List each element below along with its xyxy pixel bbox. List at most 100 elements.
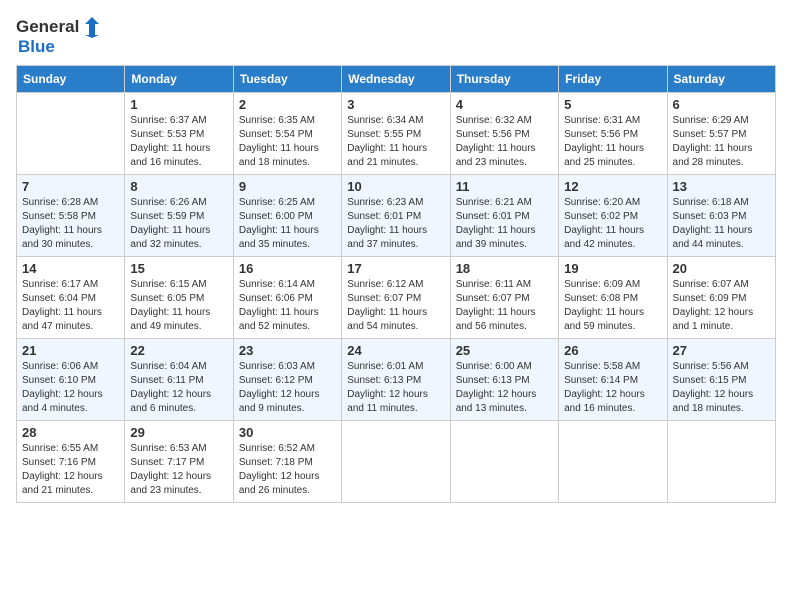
day-number: 22: [130, 343, 227, 358]
logo: General Blue: [16, 16, 103, 57]
day-number: 8: [130, 179, 227, 194]
calendar-cell: 3 Sunrise: 6:34 AMSunset: 5:55 PMDaylight…: [342, 92, 450, 174]
calendar-cell: [17, 92, 125, 174]
day-info: Sunrise: 6:06 AMSunset: 6:10 PMDaylight:…: [22, 360, 119, 416]
day-info: Sunrise: 6:28 AMSunset: 5:58 PMDaylight:…: [22, 196, 119, 252]
day-number: 14: [22, 261, 119, 276]
calendar-cell: 27 Sunrise: 5:56 AMSunset: 6:15 PMDayligh…: [667, 338, 775, 420]
day-info: Sunrise: 6:25 AMSunset: 6:00 PMDaylight:…: [239, 196, 336, 252]
calendar-cell: 4Sunrise: 6:32 AMSunset: 5:56 PMDaylight…: [450, 92, 558, 174]
day-info: Sunrise: 6:52 AMSunset: 7:18 PMDaylight:…: [239, 442, 336, 498]
header-friday: Friday: [559, 65, 667, 92]
day-info: Sunrise: 6:53 AMSunset: 7:17 PMDaylight:…: [130, 442, 227, 498]
day-info: Sunrise: 5:58 AMSunset: 6:14 PMDaylight:…: [564, 360, 661, 416]
header-monday: Monday: [125, 65, 233, 92]
day-number: 1: [130, 97, 227, 112]
calendar-cell: 8Sunrise: 6:26 AMSunset: 5:59 PMDaylight…: [125, 174, 233, 256]
day-info: Sunrise: 6:17 AMSunset: 6:04 PMDaylight:…: [22, 278, 119, 334]
calendar-cell: 14 Sunrise: 6:17 AMSunset: 6:04 PMDayligh…: [17, 256, 125, 338]
day-number: 27: [673, 343, 770, 358]
header-wednesday: Wednesday: [342, 65, 450, 92]
day-number: 7: [22, 179, 119, 194]
day-info: Sunrise: 6:34 AMSunset: 5:55 PMDaylight:…: [347, 114, 444, 170]
logo-container: General Blue: [16, 16, 103, 57]
day-number: 20: [673, 261, 770, 276]
day-info: Sunrise: 6:14 AMSunset: 6:06 PMDaylight:…: [239, 278, 336, 334]
day-number: 23: [239, 343, 336, 358]
header-saturday: Saturday: [667, 65, 775, 92]
day-number: 16: [239, 261, 336, 276]
calendar-cell: 1 Sunrise: 6:37 AMSunset: 5:53 PMDaylight…: [125, 92, 233, 174]
day-number: 17: [347, 261, 444, 276]
calendar-cell: 28Sunrise: 6:55 AMSunset: 7:16 PMDayligh…: [17, 420, 125, 502]
day-number: 5: [564, 97, 661, 112]
calendar-cell: 16 Sunrise: 6:14 AMSunset: 6:06 PMDayligh…: [233, 256, 341, 338]
day-info: Sunrise: 5:56 AMSunset: 6:15 PMDaylight:…: [673, 360, 770, 416]
day-number: 26: [564, 343, 661, 358]
day-info: Sunrise: 6:29 AMSunset: 5:57 PMDaylight:…: [673, 114, 770, 170]
day-info: Sunrise: 6:12 AMSunset: 6:07 PMDaylight:…: [347, 278, 444, 334]
calendar-week-row: 28Sunrise: 6:55 AMSunset: 7:16 PMDayligh…: [17, 420, 776, 502]
day-number: 28: [22, 425, 119, 440]
logo-general: General: [16, 18, 79, 37]
day-number: 24: [347, 343, 444, 358]
day-number: 25: [456, 343, 553, 358]
calendar-cell: 6 Sunrise: 6:29 AMSunset: 5:57 PMDaylight…: [667, 92, 775, 174]
day-info: Sunrise: 6:18 AMSunset: 6:03 PMDaylight:…: [673, 196, 770, 252]
day-number: 9: [239, 179, 336, 194]
day-info: Sunrise: 6:11 AMSunset: 6:07 PMDaylight:…: [456, 278, 553, 334]
calendar-cell: 18 Sunrise: 6:11 AMSunset: 6:07 PMDayligh…: [450, 256, 558, 338]
day-number: 15: [130, 261, 227, 276]
day-info: Sunrise: 6:23 AMSunset: 6:01 PMDaylight:…: [347, 196, 444, 252]
calendar-week-row: 1 Sunrise: 6:37 AMSunset: 5:53 PMDaylight…: [17, 92, 776, 174]
day-info: Sunrise: 6:01 AMSunset: 6:13 PMDaylight:…: [347, 360, 444, 416]
day-number: 11: [456, 179, 553, 194]
day-number: 19: [564, 261, 661, 276]
day-info: Sunrise: 6:07 AMSunset: 6:09 PMDaylight:…: [673, 278, 770, 334]
day-number: 13: [673, 179, 770, 194]
calendar-week-row: 7 Sunrise: 6:28 AMSunset: 5:58 PMDaylight…: [17, 174, 776, 256]
day-info: Sunrise: 6:09 AMSunset: 6:08 PMDaylight:…: [564, 278, 661, 334]
header-tuesday: Tuesday: [233, 65, 341, 92]
calendar-cell: 15 Sunrise: 6:15 AMSunset: 6:05 PMDayligh…: [125, 256, 233, 338]
page-header: General Blue: [16, 16, 776, 57]
calendar-cell: 2Sunrise: 6:35 AMSunset: 5:54 PMDaylight…: [233, 92, 341, 174]
day-number: 21: [22, 343, 119, 358]
calendar-cell: 29Sunrise: 6:53 AMSunset: 7:17 PMDayligh…: [125, 420, 233, 502]
day-info: Sunrise: 6:00 AMSunset: 6:13 PMDaylight:…: [456, 360, 553, 416]
calendar-cell: 11 Sunrise: 6:21 AMSunset: 6:01 PMDayligh…: [450, 174, 558, 256]
day-number: 3: [347, 97, 444, 112]
calendar-cell: [559, 420, 667, 502]
calendar-cell: 25 Sunrise: 6:00 AMSunset: 6:13 PMDayligh…: [450, 338, 558, 420]
day-info: Sunrise: 6:21 AMSunset: 6:01 PMDaylight:…: [456, 196, 553, 252]
calendar-table: SundayMondayTuesdayWednesdayThursdayFrid…: [16, 65, 776, 503]
calendar-header-row: SundayMondayTuesdayWednesdayThursdayFrid…: [17, 65, 776, 92]
calendar-cell: [667, 420, 775, 502]
calendar-cell: 20 Sunrise: 6:07 AMSunset: 6:09 PMDayligh…: [667, 256, 775, 338]
calendar-cell: 7 Sunrise: 6:28 AMSunset: 5:58 PMDaylight…: [17, 174, 125, 256]
calendar-week-row: 21 Sunrise: 6:06 AMSunset: 6:10 PMDayligh…: [17, 338, 776, 420]
day-info: Sunrise: 6:37 AMSunset: 5:53 PMDaylight:…: [130, 114, 227, 170]
day-number: 10: [347, 179, 444, 194]
day-number: 18: [456, 261, 553, 276]
day-number: 4: [456, 97, 553, 112]
calendar-cell: 22 Sunrise: 6:04 AMSunset: 6:11 PMDayligh…: [125, 338, 233, 420]
header-sunday: Sunday: [17, 65, 125, 92]
calendar-cell: [342, 420, 450, 502]
calendar-cell: 19 Sunrise: 6:09 AMSunset: 6:08 PMDayligh…: [559, 256, 667, 338]
day-number: 6: [673, 97, 770, 112]
day-info: Sunrise: 6:35 AMSunset: 5:54 PMDaylight:…: [239, 114, 336, 170]
day-info: Sunrise: 6:20 AMSunset: 6:02 PMDaylight:…: [564, 196, 661, 252]
calendar-cell: [450, 420, 558, 502]
day-number: 30: [239, 425, 336, 440]
calendar-week-row: 14 Sunrise: 6:17 AMSunset: 6:04 PMDayligh…: [17, 256, 776, 338]
calendar-cell: 21 Sunrise: 6:06 AMSunset: 6:10 PMDayligh…: [17, 338, 125, 420]
calendar-cell: 23Sunrise: 6:03 AMSunset: 6:12 PMDayligh…: [233, 338, 341, 420]
calendar-cell: 12 Sunrise: 6:20 AMSunset: 6:02 PMDayligh…: [559, 174, 667, 256]
logo-blue: Blue: [18, 38, 103, 57]
logo-bird-icon: [81, 16, 103, 38]
day-info: Sunrise: 6:04 AMSunset: 6:11 PMDaylight:…: [130, 360, 227, 416]
day-number: 12: [564, 179, 661, 194]
header-thursday: Thursday: [450, 65, 558, 92]
day-info: Sunrise: 6:15 AMSunset: 6:05 PMDaylight:…: [130, 278, 227, 334]
